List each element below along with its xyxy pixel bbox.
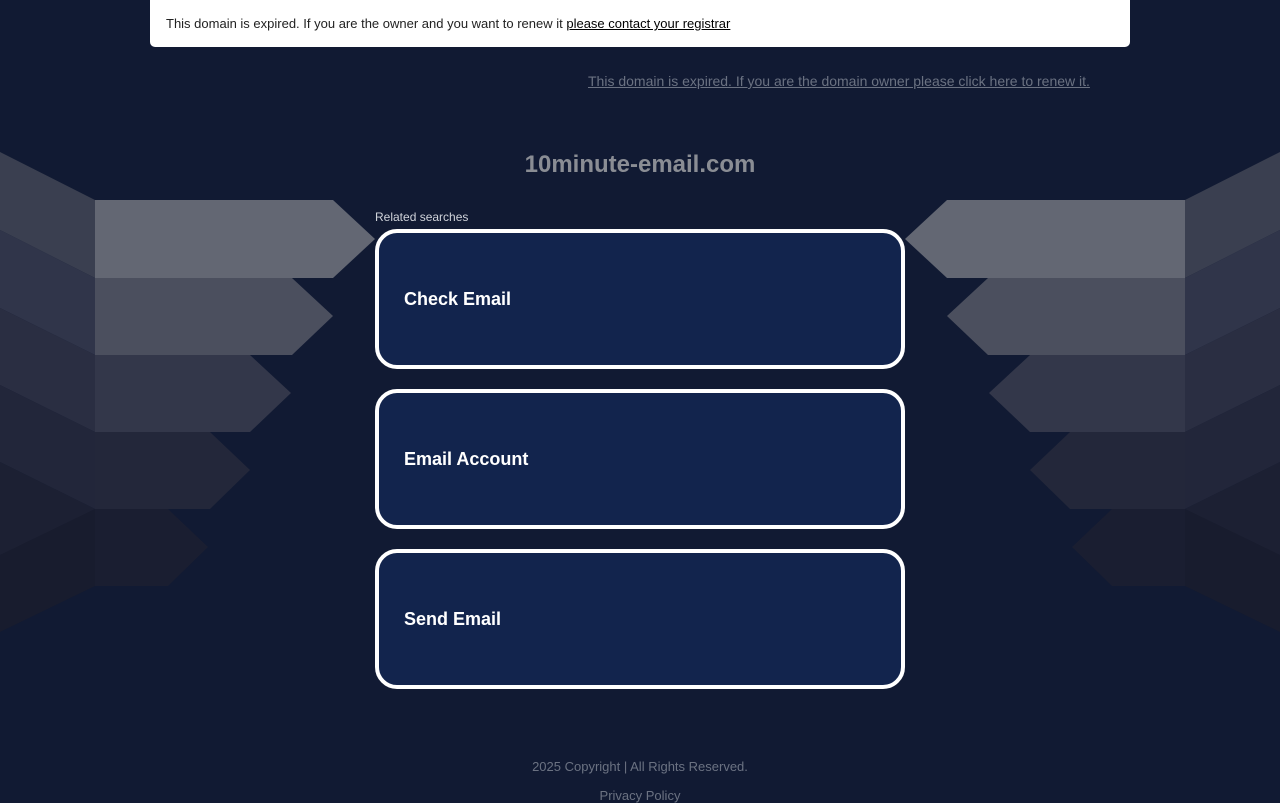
contact-registrar-link[interactable]: please contact your registrar — [566, 16, 730, 31]
related-search-label: Send Email — [404, 608, 502, 629]
related-search-send-email[interactable]: Send Email — [375, 549, 905, 689]
related-search-label: Email Account — [404, 448, 529, 469]
related-searches-label: Related searches — [375, 210, 469, 224]
domain-title: 10minute-email.com — [524, 151, 756, 178]
expired-notice-text: This domain is expired. If you are the o… — [166, 16, 563, 31]
footer-privacy: Privacy Policy — [0, 788, 1280, 803]
expired-notice-banner: This domain is expired. If you are the o… — [150, 0, 1130, 47]
footer-copyright: 2025 Copyright | All Rights Reserved. — [532, 759, 748, 774]
related-search-label: Check Email — [404, 288, 512, 309]
privacy-policy-link[interactable]: Privacy Policy — [600, 788, 681, 803]
renew-domain-link[interactable]: This domain is expired. If you are the d… — [588, 73, 1090, 89]
related-search-email-account[interactable]: Email Account — [375, 389, 905, 529]
related-search-check-email[interactable]: Check Email — [375, 229, 905, 369]
